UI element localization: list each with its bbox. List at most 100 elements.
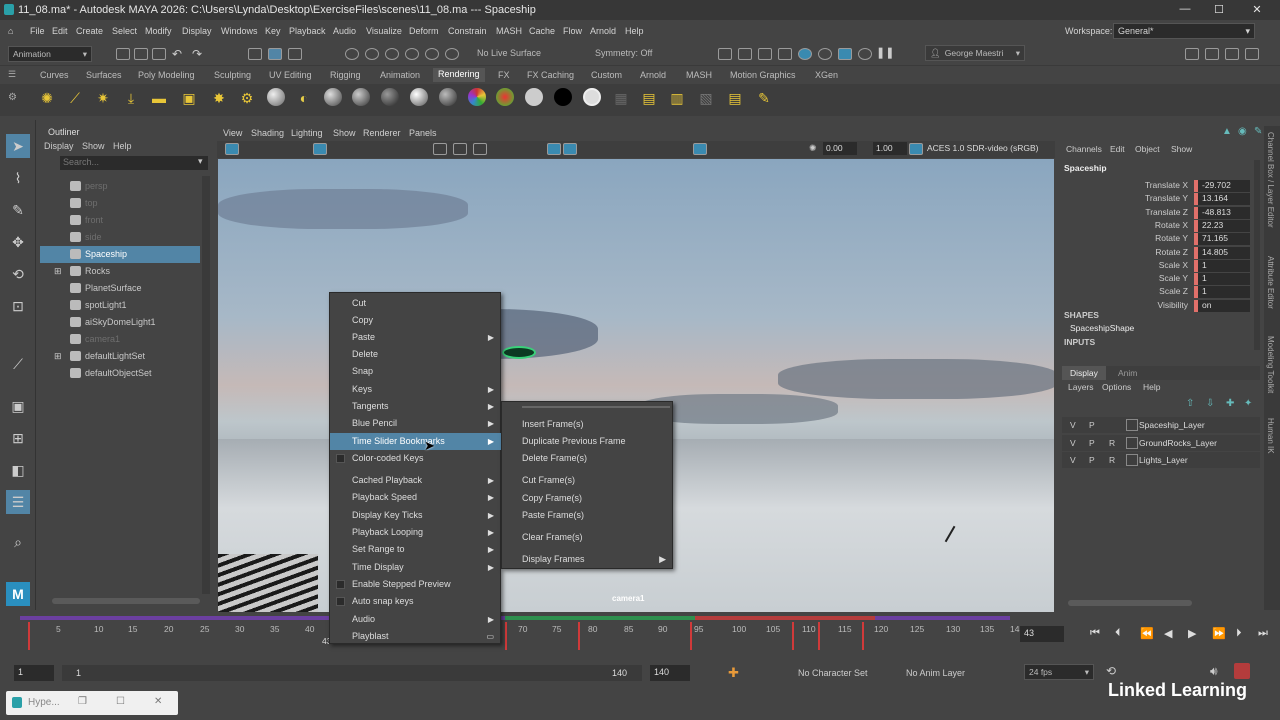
current-frame-field[interactable]: 43 <box>1020 626 1064 642</box>
menuset-dropdown[interactable]: Animation ▾ <box>8 46 92 62</box>
vp-menu-lighting[interactable]: Lighting <box>291 128 323 138</box>
hypershade-window-tab[interactable]: Hype... ❐ ☐ ✕ <box>6 691 178 715</box>
outliner-scrollbar[interactable] <box>202 176 210 594</box>
context-menu-item[interactable]: Playblast ▭ <box>330 628 502 645</box>
start-time-field[interactable]: 1 <box>14 665 54 681</box>
anisotropic-icon[interactable] <box>381 88 399 106</box>
phong-e-icon[interactable] <box>410 88 428 106</box>
channel-attr-value[interactable]: 14.805 <box>1194 246 1250 259</box>
menu-display[interactable]: Display <box>182 26 212 36</box>
tab-channel-box[interactable]: Channel Box / Layer Editor <box>1266 132 1275 228</box>
hypershade-icon[interactable] <box>798 48 812 60</box>
menu-audio[interactable]: Audio <box>333 26 356 36</box>
isolate-icon[interactable] <box>693 143 707 155</box>
menu-create[interactable]: Create <box>76 26 103 36</box>
outliner-item[interactable]: side <box>60 229 220 246</box>
channel-attr-name[interactable]: Rotate Z <box>1118 247 1188 257</box>
layer-p-toggle[interactable]: P <box>1089 420 1095 430</box>
play-forwards-icon[interactable]: ▶ <box>1188 627 1196 640</box>
context-menu-item[interactable]: Playback Looping ▶ <box>330 524 502 541</box>
channel-box-icon[interactable] <box>1245 48 1259 60</box>
ipr-render-icon[interactable] <box>758 48 772 60</box>
channel-attr-value[interactable]: -29.702 <box>1194 180 1250 192</box>
expand-icon[interactable]: ⊞ <box>54 263 62 280</box>
shelf-options-icon[interactable]: ⚙ <box>8 92 17 103</box>
render-layer-icon[interactable]: ▤ <box>726 90 744 106</box>
select-by-hierarchy-icon[interactable] <box>248 48 262 60</box>
step-back-key-icon[interactable]: ⏪ <box>1140 627 1154 640</box>
render-setup-icon[interactable]: ✎ <box>755 90 773 106</box>
vp-menu-view[interactable]: View <box>223 128 242 138</box>
layers-menu-help[interactable]: Help <box>1143 382 1160 392</box>
channel-attr-name[interactable]: Visibility <box>1118 300 1188 310</box>
channel-attr-value[interactable]: 1 <box>1194 286 1250 299</box>
time-slider[interactable]: 5 10 15 20 25 30 35 40 70 75 80 85 90 95 100 105 110 115 1… <box>0 612 1280 660</box>
ramp-texture-icon[interactable] <box>496 88 514 106</box>
new-scene-icon[interactable] <box>116 48 130 60</box>
paint-select-icon[interactable]: ✎ <box>6 198 30 222</box>
outliner-item[interactable]: ⊞ defaultLightSet <box>54 348 220 365</box>
end-time-field[interactable]: 140 <box>650 665 690 681</box>
outliner-layout-icon[interactable]: ☰ <box>6 490 30 514</box>
layered-shader-icon[interactable] <box>468 88 486 106</box>
shelf-tab-sculpting[interactable]: Sculpting <box>214 70 251 80</box>
tab-human-ik[interactable]: Human IK <box>1266 418 1275 454</box>
surface-shader-icon[interactable] <box>525 88 543 106</box>
channel-attr-value[interactable]: 71.165 <box>1194 233 1250 246</box>
vp-menu-panels[interactable]: Panels <box>409 128 437 138</box>
layer-color-swatch[interactable] <box>1126 436 1138 449</box>
keyframe-tick[interactable] <box>792 622 794 650</box>
select-tool-icon[interactable]: ➤ <box>6 134 30 158</box>
channel-box-toggle-icon[interactable]: ▲ <box>1222 126 1232 137</box>
undo-icon[interactable]: ↶ <box>172 47 182 61</box>
spot-light-icon[interactable]: ⤓ <box>122 90 140 106</box>
textured-icon[interactable] <box>547 143 561 155</box>
lambert-icon[interactable] <box>267 88 285 106</box>
keyframe-tick[interactable] <box>505 622 507 650</box>
select-by-object-icon[interactable] <box>268 48 282 60</box>
menu-deform[interactable]: Deform <box>409 26 439 36</box>
context-menu-item[interactable]: Delete <box>330 346 502 363</box>
go-to-start-icon[interactable]: ⏮ <box>1090 627 1100 640</box>
channel-scrollbar[interactable] <box>1254 160 1260 350</box>
light-editor-icon[interactable]: ⚙ <box>238 90 256 106</box>
four-view-icon[interactable]: ⊞ <box>6 426 30 450</box>
spaceship-shape[interactable] <box>502 346 536 359</box>
batch-render-icon[interactable]: ▤ <box>640 90 658 106</box>
layer-r-toggle[interactable]: R <box>1109 438 1115 448</box>
shelf-tab-arnold[interactable]: Arnold <box>640 70 666 80</box>
outliner-item[interactable]: ⊞ Rocks <box>54 263 220 280</box>
menu-file[interactable]: File <box>30 26 45 36</box>
modeling-toolkit-icon[interactable] <box>1185 48 1199 60</box>
anim-layer-dropdown[interactable]: No Anim Layer <box>906 668 965 678</box>
range-bar[interactable] <box>62 665 642 681</box>
menu-modify[interactable]: Modify <box>145 26 172 36</box>
outliner-item[interactable]: aiSkyDomeLight1 <box>60 314 220 331</box>
new-layer-icon[interactable]: ✚ <box>1226 398 1234 409</box>
restore-icon[interactable]: ❐ <box>78 696 87 707</box>
phong-icon[interactable] <box>324 88 342 106</box>
area-light-icon[interactable]: ▬ <box>150 90 168 106</box>
checkbox[interactable] <box>336 580 345 589</box>
new-layer-selected-icon[interactable]: ✦ <box>1244 398 1252 409</box>
redo-icon[interactable]: ↷ <box>192 47 202 61</box>
outliner-item[interactable]: camera1 <box>60 331 220 348</box>
channel-attr-name[interactable]: Scale X <box>1118 260 1188 270</box>
shelf-tab-fx-caching[interactable]: FX Caching <box>527 70 574 80</box>
tool-settings-icon[interactable] <box>1225 48 1239 60</box>
outliner-menu-display[interactable]: Display <box>44 141 74 151</box>
layer-v-toggle[interactable]: V <box>1070 420 1076 430</box>
close-icon[interactable]: ✕ <box>154 696 162 707</box>
context-menu-item[interactable]: Cached Playback ▶ <box>330 472 502 489</box>
maximize-icon[interactable]: ☐ <box>1212 3 1226 16</box>
context-menu-item[interactable]: Time Slider Bookmarks ▶ <box>330 433 502 450</box>
attribute-editor-toggle-icon[interactable]: ◉ <box>1238 126 1247 137</box>
submenu-item[interactable]: Duplicate Previous Frame <box>502 433 674 450</box>
shelf-tab-rendering[interactable]: Rendering <box>433 68 485 82</box>
submenu-item[interactable]: Delete Frame(s) <box>502 450 674 467</box>
channel-attr-value[interactable]: 13.164 <box>1194 193 1250 206</box>
shelf-tab-rigging[interactable]: Rigging <box>330 70 361 80</box>
vp-menu-show[interactable]: Show <box>333 128 356 138</box>
outliner-menu-help[interactable]: Help <box>113 141 132 151</box>
use-background-icon[interactable] <box>554 88 572 106</box>
